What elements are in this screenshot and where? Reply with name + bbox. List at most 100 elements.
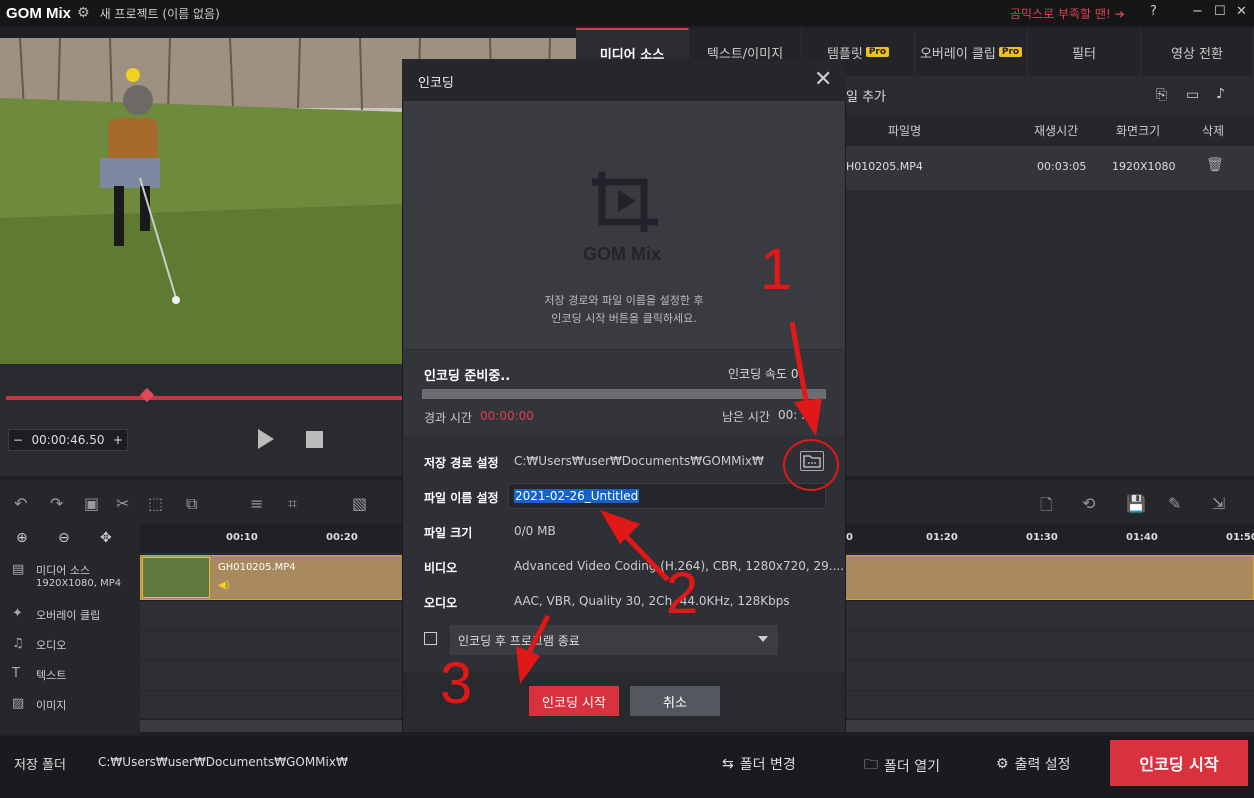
annotation-number: 3: [440, 651, 473, 716]
after-encode-option: 인코딩 후 프로그램 종료: [458, 634, 580, 648]
path-label: 저장 경로 설정: [424, 456, 499, 470]
adjust-icon[interactable]: ≡: [250, 494, 263, 513]
track-overlay: 오버레이 클립: [36, 609, 101, 622]
row-size: 1920X1080: [1112, 160, 1176, 173]
tick-label: 0: [846, 532, 853, 543]
row-filename: H010205.MP4: [846, 160, 923, 173]
track-text: 텍스트: [36, 669, 67, 682]
tick-label: 01:50: [1226, 532, 1254, 543]
promo-link[interactable]: 곰믹스로 부족할 땐! ➔: [1010, 5, 1125, 22]
app-logo: GOM Mix: [6, 4, 72, 22]
undo-icon[interactable]: ↶: [14, 494, 27, 513]
audio-value: AAC, VBR, Quality 30, 2Ch, 44.0KHz, 128K…: [514, 594, 790, 608]
export-icon[interactable]: ⇲: [1212, 494, 1225, 513]
remaining-value: 00: : 0: [778, 408, 817, 422]
encode-start-button[interactable]: 인코딩 시작: [1110, 740, 1248, 786]
dialog-logo: GOM Mix: [583, 244, 662, 264]
track-media: 미디어 소스: [36, 564, 91, 577]
save-icon[interactable]: 💾: [1126, 494, 1146, 513]
annotation-circle: [783, 439, 839, 491]
path-value: C:₩Users₩user₩Documents₩GOMMix₩: [514, 454, 764, 468]
cut-icon[interactable]: ✂: [116, 494, 129, 513]
encoding-speed: 인코딩 속도 0: [728, 367, 799, 381]
overlay-icon: ✦: [12, 606, 23, 621]
output-settings-button[interactable]: ⚙ 출력 설정: [996, 754, 1071, 774]
music-add-icon[interactable]: ♪: [1216, 86, 1225, 102]
tab-overlay-clip[interactable]: 오버레이 클립 Pro: [915, 28, 1028, 76]
redo-icon[interactable]: ↷: [50, 494, 63, 513]
text-icon: T: [12, 666, 20, 681]
track-media-info: 1920X1080, MP4: [36, 578, 122, 589]
track-audio: 오디오: [36, 639, 67, 652]
image-icon[interactable]: ▧: [352, 494, 367, 513]
open-project-icon[interactable]: ⟲: [1082, 494, 1095, 513]
col-delete: 삭제: [1202, 124, 1225, 138]
stop-icon[interactable]: [306, 431, 323, 448]
tab-filter[interactable]: 필터: [1028, 28, 1141, 76]
select-icon[interactable]: ⬚: [148, 494, 163, 513]
crop-icon[interactable]: ⌗: [288, 494, 297, 514]
zoom-in-icon[interactable]: ⊕: [16, 530, 28, 546]
play-icon[interactable]: [258, 429, 274, 449]
tick-label: 01:20: [926, 532, 958, 543]
clip-thumbnail: [142, 557, 210, 598]
save-as-icon[interactable]: ✎: [1168, 494, 1181, 513]
tab-transition[interactable]: 영상 전환: [1141, 28, 1254, 76]
minus-icon[interactable]: −: [13, 433, 23, 447]
track-image: 이미지: [36, 699, 67, 712]
open-folder-button[interactable]: 🗀 폴더 열기: [864, 754, 940, 778]
row-duration: 00:03:05: [1037, 160, 1087, 173]
close-icon[interactable]: ✕: [1236, 4, 1247, 19]
progress-bar: [422, 389, 826, 399]
project-title: 새 프로젝트 (이름 없음): [99, 6, 220, 21]
video-label: 비디오: [424, 561, 458, 575]
help-icon[interactable]: ?: [1150, 4, 1157, 19]
film-icon: ▤: [12, 562, 25, 577]
tick-label: 00:20: [326, 532, 358, 543]
filename-value[interactable]: 2021-02-26_Untitled: [514, 489, 640, 503]
chevron-down-icon: [758, 636, 768, 642]
seek-bar[interactable]: [6, 396, 402, 400]
image-track-icon: ▨: [12, 696, 25, 711]
plus-icon[interactable]: +: [113, 433, 123, 447]
music-icon: ♫: [12, 636, 24, 651]
settings-icon: ⚙: [996, 756, 1009, 772]
tick-label: 01:40: [1126, 532, 1158, 543]
gear-icon[interactable]: ⚙: [77, 5, 90, 21]
annotation-number: 2: [666, 561, 699, 626]
add-file-button[interactable]: 일 추가: [846, 86, 886, 105]
tick-label: 01:30: [1026, 532, 1058, 543]
screen-add-icon[interactable]: ▭: [1186, 87, 1199, 103]
zoom-out-icon[interactable]: ⊖: [58, 530, 70, 546]
folder-icon: 🗀: [864, 757, 878, 773]
after-encode-checkbox[interactable]: [424, 632, 437, 645]
close-icon[interactable]: ✕: [814, 67, 832, 92]
dialog-encode-button[interactable]: 인코딩 시작: [529, 686, 619, 716]
dialog-title-bar: [402, 59, 846, 101]
trash-icon[interactable]: 🗑: [1206, 157, 1224, 173]
col-size[interactable]: 화면크기: [1116, 122, 1160, 139]
folder-swap-icon: ⇆: [722, 756, 734, 772]
clip-name: GH010205.MP4: [218, 562, 296, 573]
col-duration[interactable]: 재생시간: [1034, 122, 1078, 139]
save-folder-path: C:₩Users₩user₩Documents₩GOMMix₩: [98, 755, 348, 769]
dialog-title: 인코딩: [418, 76, 454, 91]
dialog-cancel-button[interactable]: 취소: [630, 686, 720, 716]
delete-icon[interactable]: ▣: [84, 494, 99, 513]
pro-badge: Pro: [865, 47, 890, 57]
maximize-icon[interactable]: ☐: [1214, 4, 1226, 19]
col-filename[interactable]: 파일명: [888, 122, 921, 139]
dialog-hint: 인코딩 시작 버튼을 클릭하세요.: [551, 312, 697, 325]
video-add-icon[interactable]: ⎘: [1156, 87, 1167, 103]
minimize-icon[interactable]: −: [1192, 4, 1203, 19]
size-label: 파일 크기: [424, 526, 473, 540]
timecode: 00:00:46.50: [31, 433, 105, 447]
new-project-icon[interactable]: 🗋: [1040, 494, 1053, 521]
timecode-stepper[interactable]: − 00:00:46.50 +: [8, 429, 128, 451]
split-icon[interactable]: ⧉: [186, 494, 197, 514]
elapsed-label: 경과 시간: [424, 411, 472, 425]
move-icon[interactable]: ✥: [100, 530, 112, 546]
tick-label: 00:10: [226, 532, 258, 543]
filename-label: 파일 이름 설정: [424, 491, 499, 505]
change-folder-button[interactable]: ⇆ 폴더 변경: [722, 754, 796, 774]
